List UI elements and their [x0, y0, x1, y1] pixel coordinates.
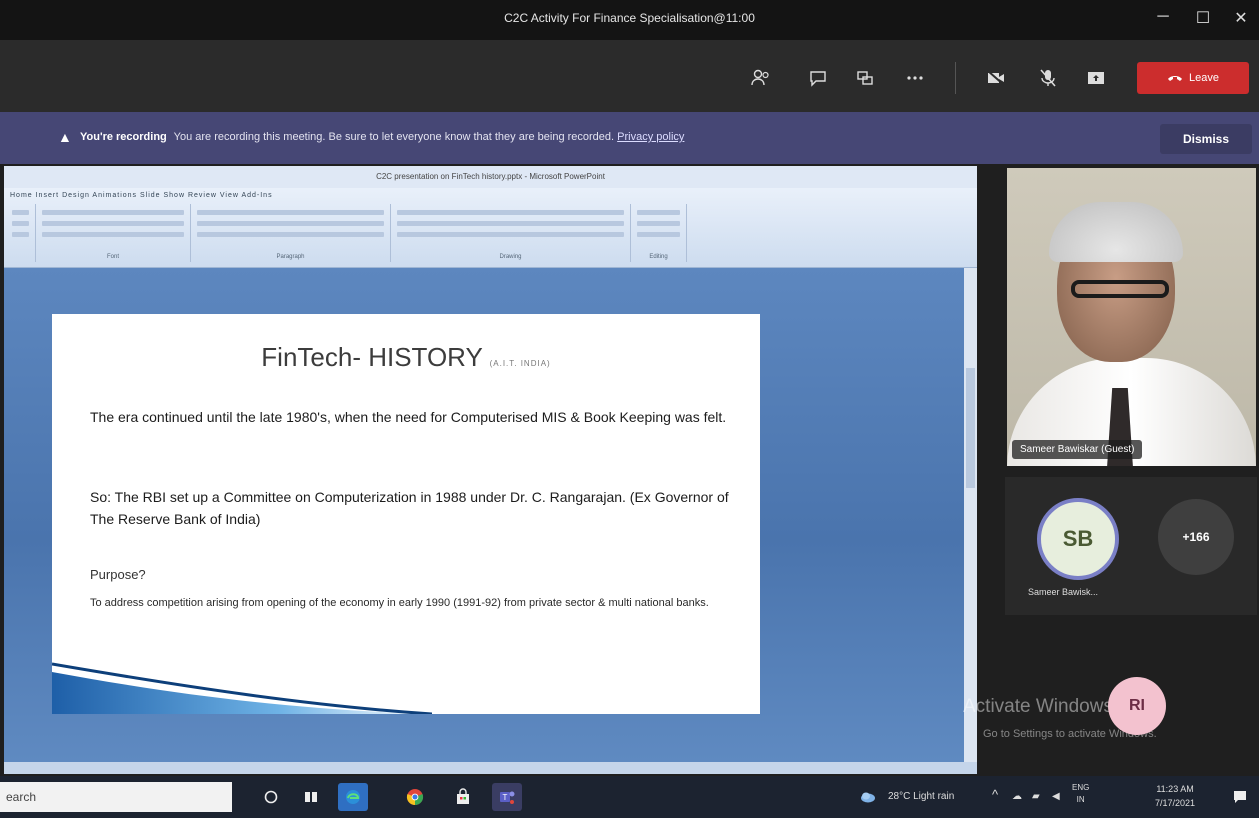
window-title: C2C Activity For Finance Specialisation@…	[504, 11, 755, 25]
ribbon-group	[6, 204, 36, 262]
task-view-icon[interactable]	[296, 783, 326, 811]
maximize-button[interactable]: ☐	[1188, 8, 1218, 30]
more-participants-button[interactable]: +166	[1158, 499, 1234, 575]
ppt-window-title: C2C presentation on FinTech history.pptx…	[4, 166, 977, 188]
teams-icon[interactable]: T	[492, 783, 522, 811]
windows-taskbar: earch T 28°C Light rain ^ ☁ ▰ ◀ ENG IN 1…	[0, 776, 1259, 818]
clock-time: 11:23 AM	[1156, 784, 1194, 794]
share-screen-icon[interactable]	[1083, 66, 1109, 90]
onedrive-icon[interactable]: ☁	[1012, 791, 1022, 802]
slide-swoosh-decoration	[52, 662, 432, 714]
privacy-policy-link[interactable]: Privacy policy	[617, 131, 684, 143]
mic-off-icon[interactable]	[1035, 66, 1061, 90]
activate-windows-watermark: Activate Windows	[963, 696, 1113, 717]
recording-text: You are recording this meeting. Be sure …	[173, 131, 615, 143]
slide-paragraph-2: So: The RBI set up a Committee on Comput…	[90, 489, 729, 527]
edge-icon[interactable]	[338, 783, 368, 811]
recording-message: You're recording You are recording this …	[80, 131, 684, 143]
tray-chevron-icon[interactable]: ^	[992, 787, 998, 802]
participants-icon[interactable]	[748, 66, 774, 90]
notification-center-icon[interactable]	[1228, 783, 1252, 811]
toolbar-divider	[955, 62, 956, 94]
share-icon[interactable]	[852, 66, 878, 90]
ribbon-group-editing: Editing	[631, 204, 687, 262]
minimize-button[interactable]: ─	[1148, 8, 1178, 30]
slide-title: FinTech- HISTORY (A.I.T. INDIA)	[52, 342, 760, 373]
more-icon[interactable]	[902, 66, 928, 90]
weather-icon	[853, 783, 883, 811]
avatar-ri[interactable]: RI	[1108, 677, 1166, 735]
chat-icon[interactable]	[805, 66, 831, 90]
scroll-thumb[interactable]	[966, 368, 975, 488]
ppt-ribbon: Home Insert Design Animations Slide Show…	[4, 188, 977, 268]
language-indicator[interactable]: ENG IN	[1072, 782, 1089, 806]
weather-text[interactable]: 28°C Light rain	[888, 791, 954, 802]
purpose-text: To address competition arising from open…	[90, 597, 709, 609]
ribbon-group-drawing: Drawing	[391, 204, 631, 262]
store-icon[interactable]	[448, 783, 478, 811]
video-hair	[1049, 202, 1183, 262]
ppt-status-bar	[4, 762, 977, 774]
ribbon-group-font: Font	[36, 204, 191, 262]
leave-label: Leave	[1189, 72, 1219, 84]
window-title-bar: C2C Activity For Finance Specialisation@…	[0, 0, 1259, 40]
purpose-heading: Purpose?	[90, 567, 146, 582]
phone-hangup-icon	[1168, 76, 1182, 81]
clock-date: 7/17/2021	[1155, 798, 1196, 808]
video-glasses	[1071, 280, 1169, 298]
meeting-toolbar: Leave	[0, 40, 1259, 112]
cortana-icon[interactable]	[256, 783, 286, 811]
camera-off-icon[interactable]	[983, 66, 1009, 90]
participant-name-sb: Sameer Bawisk...	[1028, 587, 1099, 597]
taskbar-clock[interactable]: 11:23 AM 7/17/2021	[1155, 782, 1195, 810]
participant-video[interactable]	[1007, 168, 1256, 466]
recording-heading: You're recording	[80, 131, 167, 143]
warning-icon: ▲	[58, 129, 72, 145]
svg-text:T: T	[503, 793, 508, 802]
chrome-icon[interactable]	[400, 783, 430, 811]
video-name-chip: Sameer Bawiskar (Guest)	[1012, 440, 1143, 459]
dismiss-button[interactable]: Dismiss	[1160, 124, 1252, 154]
network-icon[interactable]: ▰	[1032, 791, 1040, 802]
volume-icon[interactable]: ◀	[1052, 791, 1060, 802]
close-window-button[interactable]: ✕	[1226, 8, 1256, 30]
slide-title-text: FinTech- HISTORY	[261, 342, 483, 372]
ribbon-tabs: Home Insert Design Animations Slide Show…	[10, 192, 273, 199]
recording-banner: ▲ You're recording You are recording thi…	[0, 112, 1259, 164]
avatar-sb[interactable]: SB	[1037, 498, 1119, 580]
ribbon-group-paragraph: Paragraph	[191, 204, 391, 262]
language-region: IN	[1076, 795, 1085, 804]
leave-button[interactable]: Leave	[1137, 62, 1249, 94]
slide-paragraph-1: The era continued until the late 1980's,…	[90, 409, 727, 425]
taskbar-search-box[interactable]: earch	[0, 782, 232, 812]
ppt-scrollbar[interactable]	[964, 268, 977, 762]
slide: FinTech- HISTORY (A.I.T. INDIA) The era …	[52, 314, 760, 714]
language-code: ENG	[1072, 783, 1090, 792]
slide-title-suffix: (A.I.T. INDIA)	[489, 359, 551, 368]
